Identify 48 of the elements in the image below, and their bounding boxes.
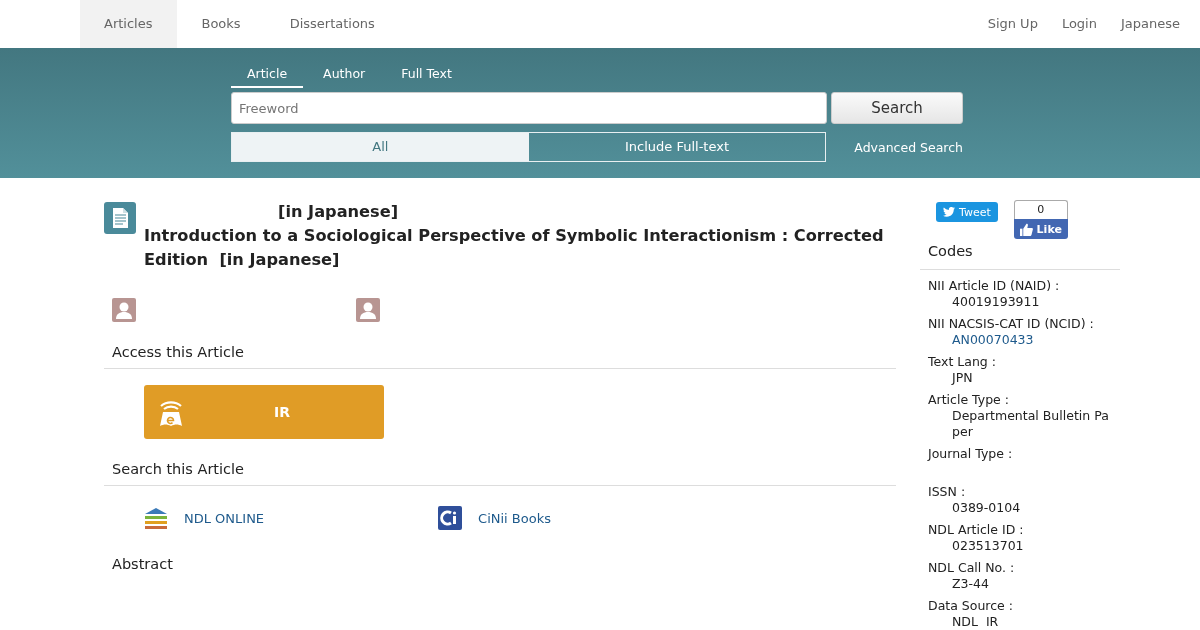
thumbs-up-icon — [1019, 222, 1033, 236]
code-label: Article Type : — [928, 392, 1010, 408]
code-label: ISSN : — [928, 484, 967, 500]
section-heading: Search this Article — [104, 439, 896, 486]
code-value: NDL IR — [951, 614, 1000, 630]
code-value: Z3-44 — [951, 576, 990, 592]
article-title: [in Japanese] — [277, 201, 400, 223]
search-tab[interactable]: Full Text — [385, 64, 468, 88]
code-value: Departmental Bulletin Paper — [951, 408, 1110, 440]
section-heading: Abstract — [111, 555, 174, 574]
nav-link[interactable]: Japanese — [1108, 0, 1192, 48]
person-icon[interactable] — [112, 298, 136, 322]
search-button[interactable]: Search — [831, 92, 963, 124]
search-tab[interactable]: Author — [307, 64, 382, 88]
scope-toggle[interactable]: Include Full-text — [528, 133, 826, 161]
code-value: 0389-0104 — [951, 500, 1022, 516]
code-label: NII NACSIS-CAT ID (NCID) : — [928, 316, 1095, 332]
article-title: Introduction to a Sociological Perspective of Symbolic Interactionism : Corrected Edition [in Japanese] — [144, 225, 885, 271]
search-tab[interactable]: Article — [231, 64, 304, 88]
nav-tab[interactable]: Books — [177, 0, 266, 48]
nav-link[interactable]: Login — [1049, 0, 1109, 48]
advanced-search-link[interactable]: Advanced Search — [854, 139, 963, 155]
code-label: NDL Call No. : — [928, 560, 1016, 576]
code-label: NDL Article ID : — [928, 522, 1025, 538]
scope-toggle[interactable]: All — [232, 133, 529, 161]
code-label: Data Source : — [928, 598, 1014, 614]
nav-tab[interactable]: Dissertations — [265, 0, 400, 48]
person-icon[interactable] — [356, 298, 380, 322]
code-value: JPN — [950, 370, 974, 386]
section-heading: Codes — [920, 239, 1120, 270]
document-icon — [104, 202, 136, 234]
code-value: 023513701 — [951, 538, 1025, 554]
like-button[interactable]: Like — [1013, 219, 1068, 239]
code-label: Text Lang : — [928, 354, 997, 370]
bird-icon — [943, 207, 955, 217]
nav-link[interactable]: Sign Up — [975, 0, 1050, 48]
code-label: NII Article ID (NAID) : — [928, 278, 1061, 294]
search-link[interactable]: NDL ONLINE — [184, 510, 265, 526]
code-value: 40019193911 — [951, 294, 1041, 310]
section-heading: Access this Article — [104, 322, 896, 369]
tweet-button[interactable]: Tweet — [936, 202, 998, 222]
code-link[interactable]: AN00070433 — [928, 332, 1112, 348]
search-field[interactable]: Freeword — [231, 92, 827, 124]
ci-logo-icon — [438, 506, 463, 530]
code-label: Journal Type : — [928, 446, 1014, 462]
nav-tab[interactable]: Articles — [80, 0, 178, 48]
layers-icon — [144, 506, 168, 530]
search-link[interactable]: CiNii Books — [478, 510, 551, 526]
